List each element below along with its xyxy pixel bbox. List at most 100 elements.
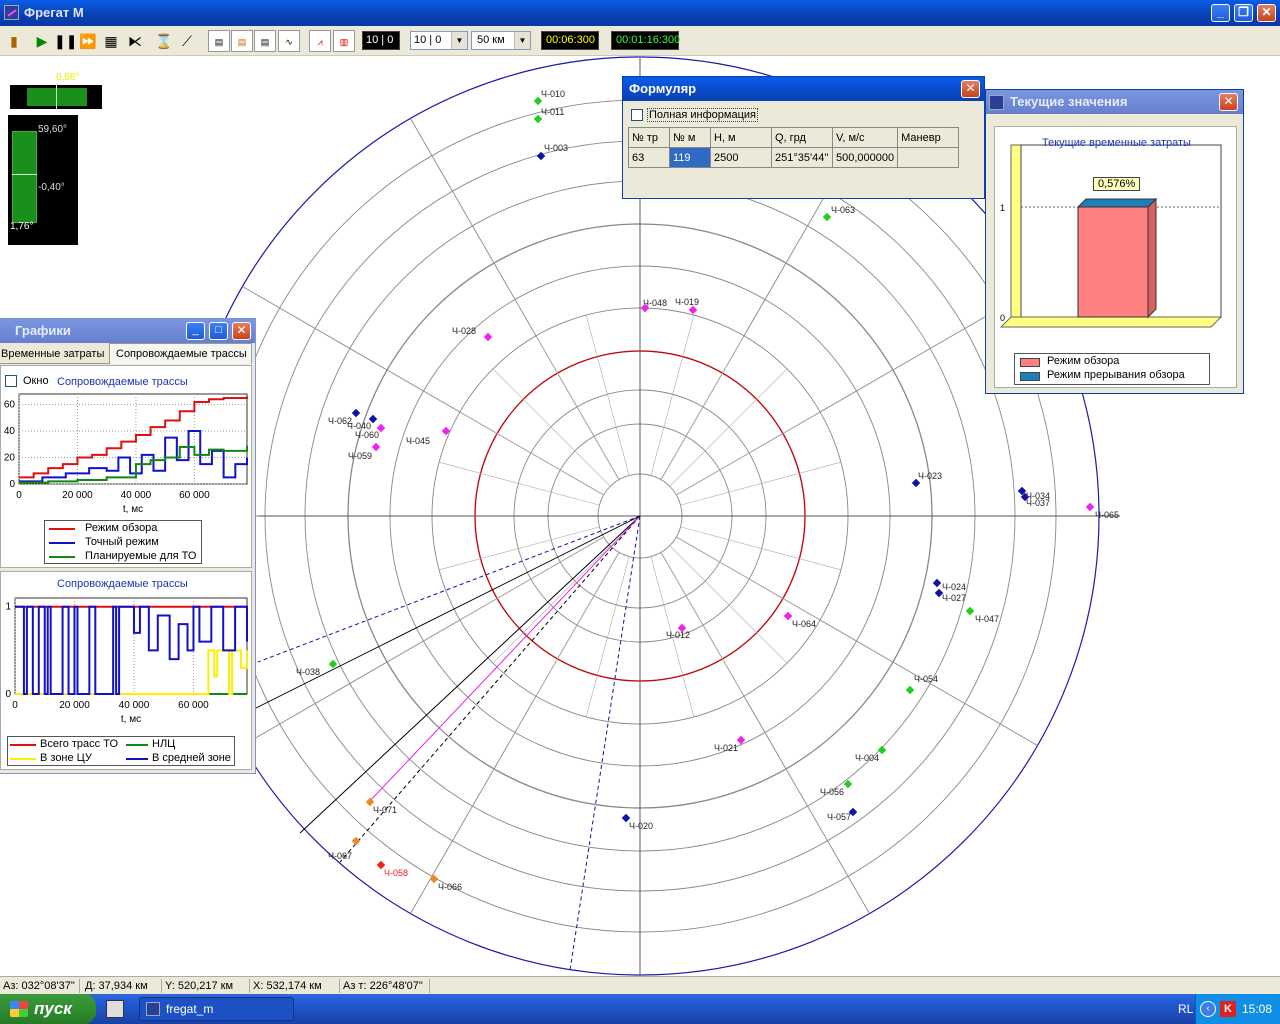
current-values-close-button[interactable]: ✕ — [1219, 93, 1238, 111]
y-tick-label: 0 — [9, 479, 15, 490]
radial-line — [459, 536, 604, 621]
header-cell[interactable]: Q, грд — [771, 127, 833, 148]
status-x: X: 532,174 км — [250, 979, 340, 993]
exit-icon[interactable]: ▮ — [3, 30, 25, 52]
track-label: Ч-011 — [541, 107, 564, 117]
y-tick-label: 1 — [5, 602, 11, 613]
radial-line — [492, 368, 611, 487]
track-marker — [932, 578, 942, 588]
x-tick-label: 20 000 — [62, 490, 93, 501]
track-marker — [536, 151, 546, 161]
app-titlebar: Фрегат М _ ❐ ✕ — [0, 0, 1280, 26]
track-marker — [351, 836, 361, 846]
graphs-minimize-button[interactable]: _ — [186, 322, 205, 340]
grid-icon[interactable]: ▥ — [333, 30, 355, 52]
x-axis-label: t, мс — [121, 714, 141, 725]
track-label: Ч-048 — [643, 298, 667, 308]
formular-window: Формуляр ✕ Полная информация № тр № м Н,… — [622, 76, 985, 199]
minimize-button[interactable]: _ — [1211, 4, 1230, 22]
formular-close-button[interactable]: ✕ — [961, 80, 980, 98]
y-tick-label: 20 — [4, 453, 16, 464]
legend-item: В средней зоне — [152, 752, 231, 764]
field-a[interactable]: 10 | 0 — [362, 31, 400, 50]
taskbar-item-fregat[interactable]: fregat_m — [139, 997, 294, 1021]
status-bar: Аз: 032°08'37" Д: 37,934 км Y: 520,217 к… — [0, 976, 1280, 994]
pen-icon[interactable]: ⟋ — [176, 30, 198, 52]
table-cell[interactable]: 500,000000 — [831, 147, 899, 168]
wave-icon[interactable]: ∿ — [278, 30, 300, 52]
value-label: 0,576% — [1093, 177, 1141, 191]
track-label: Ч-010 — [541, 89, 565, 99]
quicklaunch-icon[interactable] — [106, 1000, 124, 1018]
current-values-title: Текущие значения — [1010, 94, 1128, 109]
chevron-down-icon[interactable]: ▼ — [514, 32, 530, 49]
table-cell[interactable]: 119 — [669, 147, 711, 168]
table-yellow-icon[interactable]: ▤ — [254, 30, 276, 52]
formular-table: № тр № м Н, м Q, грд V, м/с Маневр 63 11… — [628, 127, 960, 168]
time-display-1: 00:06:300 — [541, 31, 599, 50]
play-icon[interactable]: ▶ — [31, 30, 53, 52]
header-cell[interactable]: Н, м — [710, 127, 772, 148]
chevron-down-icon[interactable]: ▼ — [451, 32, 467, 49]
language-indicator[interactable]: RL — [1178, 994, 1193, 1024]
legend-line — [10, 758, 36, 760]
window-checkbox[interactable] — [5, 375, 17, 387]
header-cell[interactable]: № м — [669, 127, 711, 148]
radial-line — [680, 461, 841, 506]
track-label: Ч-045 — [406, 436, 430, 446]
graphs-close-button[interactable]: ✕ — [232, 322, 251, 340]
legend-item: Планируемые для ТО — [85, 550, 197, 562]
chart1-panel: Окно Сопровождаемые трассы 0 20 40 60 0 20 00… — [0, 365, 252, 568]
legend-item: В зоне ЦУ — [40, 752, 92, 764]
current-values-chart-panel: 01 Текущие временные затраты 0,576% Режи… — [994, 126, 1237, 388]
legend-line — [49, 528, 75, 530]
legend-line — [126, 758, 148, 760]
radial-line — [660, 552, 745, 697]
app-icon — [146, 1002, 160, 1016]
filter-icon[interactable]: ⌛ — [153, 30, 175, 52]
restore-button[interactable]: ❐ — [1234, 4, 1253, 22]
radial-line — [535, 335, 620, 480]
radial-line — [585, 315, 630, 476]
y-tick-label: 40 — [4, 426, 16, 437]
antivirus-icon[interactable]: K — [1220, 1001, 1236, 1017]
table-cell[interactable]: 251°35'44'' — [771, 147, 833, 168]
tab-tracked-routes[interactable]: Сопровождаемые трассы — [109, 343, 252, 364]
start-button[interactable]: пуск — [0, 994, 96, 1024]
full-info-checkbox[interactable] — [631, 109, 643, 121]
status-distance: Д: 37,934 км — [82, 979, 162, 993]
graphs-maximize-button[interactable]: □ — [209, 322, 228, 340]
table-orange-icon[interactable]: ▤ — [231, 30, 253, 52]
sector-line — [367, 515, 641, 804]
header-cell[interactable]: № тр — [628, 127, 670, 148]
chart-icon[interactable]: ⩘ — [309, 30, 331, 52]
track-label: Ч-020 — [629, 821, 653, 831]
fast-forward-icon[interactable]: ⏩ — [77, 30, 99, 52]
header-cell[interactable]: Маневр — [897, 127, 960, 148]
field-b-select[interactable]: 10 | 0 ▼ — [410, 31, 468, 50]
table-cell[interactable] — [897, 147, 960, 168]
sector-line — [257, 515, 641, 663]
clock: 15:08 — [1242, 1002, 1273, 1016]
legend-line — [10, 744, 36, 746]
track-label: Ч-066 — [438, 882, 462, 892]
table-cell[interactable]: 2500 — [710, 147, 772, 168]
graphs-window: Графики _ □ ✕ Временные затраты Сопровож… — [0, 318, 256, 774]
current-values-window: Текущие значения ✕ 01 Текущие временные … — [985, 89, 1244, 394]
current-values-titlebar[interactable]: Текущие значения — [986, 90, 1243, 114]
x-tick-label: 40 000 — [121, 490, 152, 501]
close-button[interactable]: ✕ — [1257, 4, 1276, 22]
x-axis-label: t, мс — [123, 504, 143, 515]
header-cell[interactable]: V, м/с — [831, 127, 899, 148]
chevron-left-icon[interactable]: ‹ — [1200, 1001, 1216, 1017]
formular-titlebar[interactable]: Формуляр — [623, 77, 984, 101]
range-select[interactable]: 50 км ▼ — [471, 31, 531, 50]
table-cell[interactable]: 63 — [628, 147, 670, 168]
step-back-icon[interactable]: ⧔ — [124, 30, 146, 52]
pause-icon[interactable]: ❚❚ — [54, 30, 77, 52]
track-label: Ч-058 — [384, 868, 408, 878]
step-icon[interactable]: ▦ — [100, 30, 122, 52]
tab-time-costs[interactable]: Временные затраты — [0, 345, 109, 364]
chart2-legend: Всего трасс ТО НЛЦ В зоне ЦУ В средней з… — [7, 736, 235, 766]
table-icon[interactable]: ▤ — [208, 30, 230, 52]
